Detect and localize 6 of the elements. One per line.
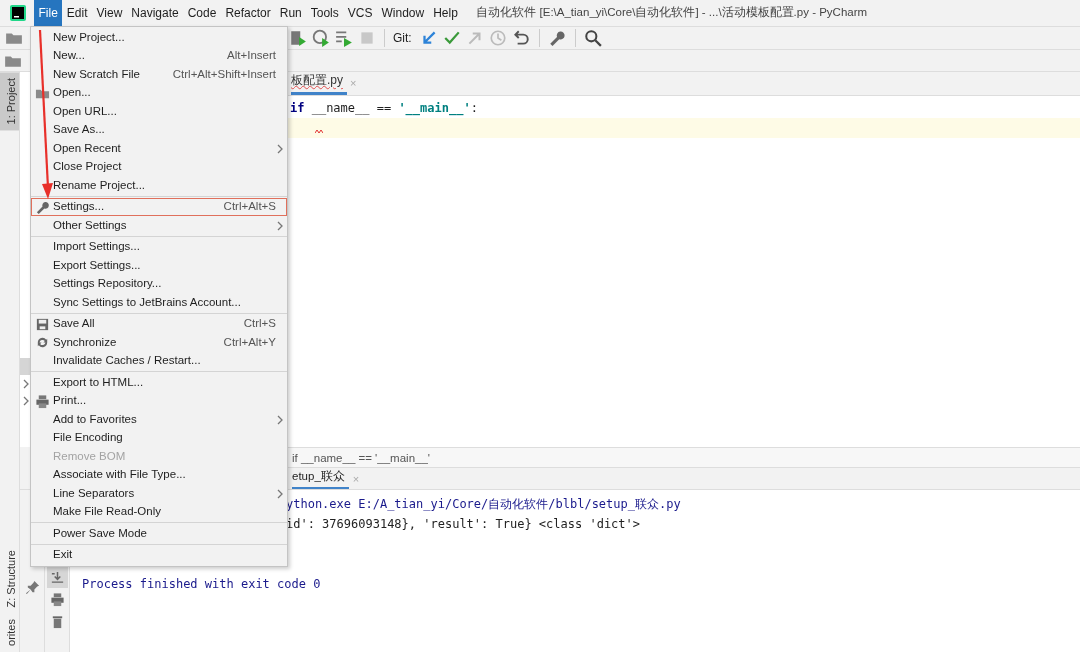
console-line: Process finished with exit code 0 [81, 576, 321, 593]
window-title: 自动化软件 [E:\A_tian_yi\Core\自动化软件] - ...\活动模板配置.py - PyCharm [476, 5, 868, 21]
console-line: ython.exe E:/A_tian_yi/Core/自动化软件/blbl/setup_联众.py [286, 496, 681, 513]
code-line: if __name__ == '__main__': [289, 100, 479, 118]
console-line: id': 37696093148}, 'result': True} <class 'dict'> [286, 516, 640, 533]
git-label: Git: [393, 30, 412, 47]
